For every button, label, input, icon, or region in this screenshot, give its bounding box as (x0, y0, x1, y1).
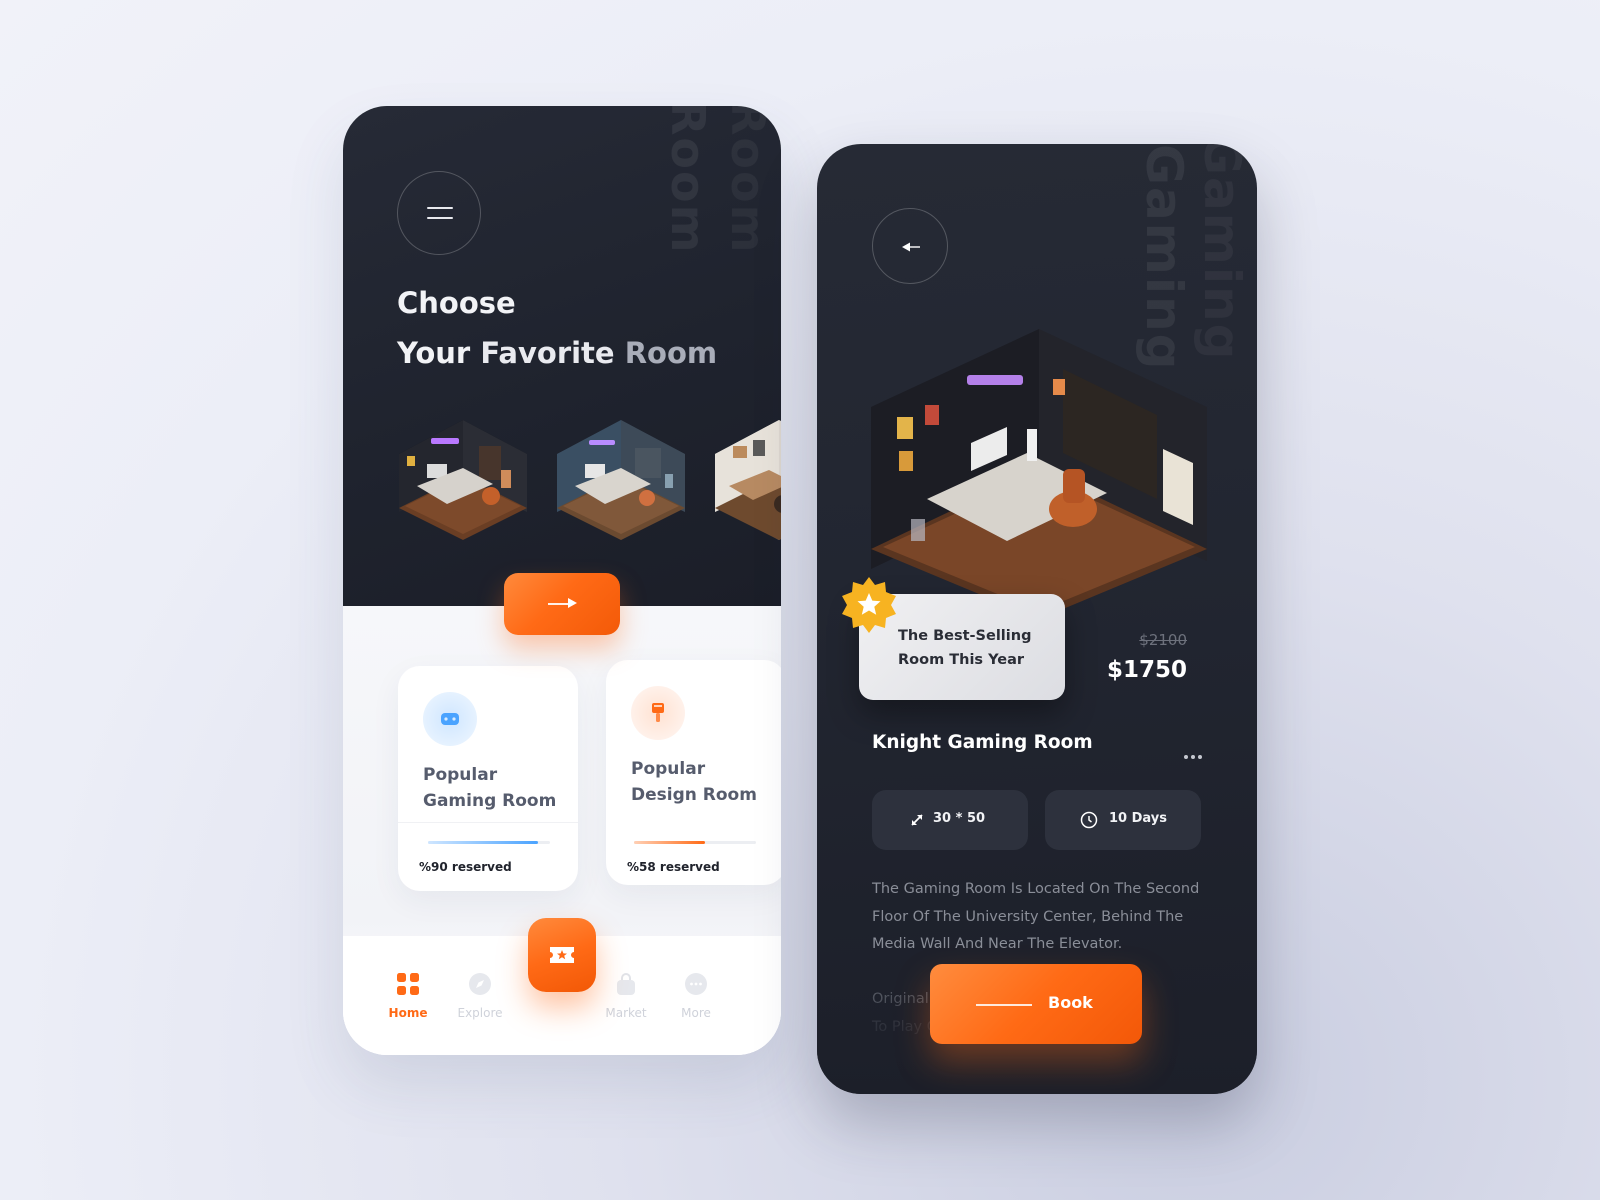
home-screen: Room Room Choose Your Favorite Room Popu… (343, 106, 781, 1055)
room-carousel[interactable] (397, 416, 781, 546)
ghost-title-text: Room (661, 106, 715, 255)
more-horizontal-icon[interactable] (1184, 744, 1205, 763)
headline-word: Favorite (480, 336, 625, 370)
ticket-button[interactable] (528, 918, 596, 992)
nav-label: Market (605, 1006, 647, 1020)
ghost-title-text: Room (721, 106, 775, 255)
room-name: Knight Gaming Room (872, 732, 1093, 753)
nav-item-explore[interactable]: Explore (450, 972, 510, 1020)
gamepad-icon (423, 692, 477, 746)
resize-icon (911, 814, 923, 826)
category-card-design[interactable]: Popular Design Room %58 reserved (606, 660, 781, 885)
arrow-left-icon (902, 242, 920, 252)
description-line: The Gaming Room Is Located On The Second (872, 881, 1200, 897)
divider (398, 822, 578, 823)
reservation-progress-bar (428, 841, 550, 844)
nav-label: Explore (457, 1006, 503, 1020)
nav-label: Home (388, 1006, 428, 1020)
nav-label: More (681, 1006, 711, 1020)
more-icon (685, 973, 707, 995)
badge-text: The Best-Selling Room This Year (898, 624, 1031, 672)
ticket-icon (550, 947, 574, 963)
category-title-line: Design Room (631, 785, 757, 805)
room-size-chip[interactable]: 30 * 50 (872, 790, 1028, 850)
current-price: $1750 (1106, 657, 1187, 683)
office-room-thumbnail[interactable] (713, 416, 781, 544)
room-3d-image (867, 329, 1212, 619)
back-button[interactable] (872, 208, 948, 284)
gaming-room-thumbnail[interactable] (397, 416, 529, 544)
badge-text-line: Room This Year (898, 652, 1025, 668)
category-title-line: Popular (423, 765, 498, 785)
badge-text-line: The Best-Selling (898, 628, 1032, 644)
reserved-label: %58 reserved (627, 860, 720, 874)
paint-brush-icon (631, 686, 685, 740)
category-title: Popular Design Room (631, 756, 757, 808)
book-button[interactable]: Book (930, 964, 1142, 1044)
reserved-label: %90 reserved (419, 860, 512, 874)
hero-section: Room Room Choose Your Favorite Room (343, 106, 781, 606)
reservation-progress-fill (634, 841, 705, 844)
duration-chip[interactable]: 10 Days (1045, 790, 1201, 850)
compass-icon (469, 973, 491, 995)
duration-label: 10 Days (1109, 811, 1167, 826)
nav-item-home[interactable]: Home (378, 972, 438, 1020)
nav-item-more[interactable]: More (666, 972, 726, 1020)
headline-line-1: Choose (397, 286, 516, 320)
reservation-progress-bar (634, 841, 756, 844)
description-line: Media Wall And Near The Elevator. (872, 936, 1123, 952)
reservation-progress-fill (428, 841, 538, 844)
original-price: $2100 (1139, 631, 1187, 649)
menu-button[interactable] (397, 171, 481, 255)
book-label: Book (1048, 993, 1093, 1012)
category-title-line: Popular (631, 759, 706, 779)
shopping-bag-icon (617, 973, 635, 995)
room-size-label: 30 * 50 (933, 811, 986, 826)
next-button[interactable] (504, 573, 620, 635)
description-line: Floor Of The University Center, Behind T… (872, 908, 1184, 925)
design-room-thumbnail[interactable] (555, 416, 687, 544)
clock-icon (1080, 811, 1098, 829)
room-detail-screen: Gaming Gaming The Best-Selling Room This… (817, 144, 1257, 1094)
nav-item-market[interactable]: Market (596, 972, 656, 1020)
headline-line-2: Your Favorite Room (397, 336, 717, 370)
category-card-gaming[interactable]: Popular Gaming Room %90 reserved (398, 666, 578, 891)
headline-word: Room (624, 336, 718, 370)
grid-icon (397, 973, 419, 995)
category-title: Popular Gaming Room (423, 762, 556, 814)
headline-word: Your (397, 336, 481, 370)
category-title-line: Gaming Room (423, 791, 557, 811)
star-badge-icon (840, 576, 898, 634)
arrow-line-icon (976, 1004, 1032, 1006)
